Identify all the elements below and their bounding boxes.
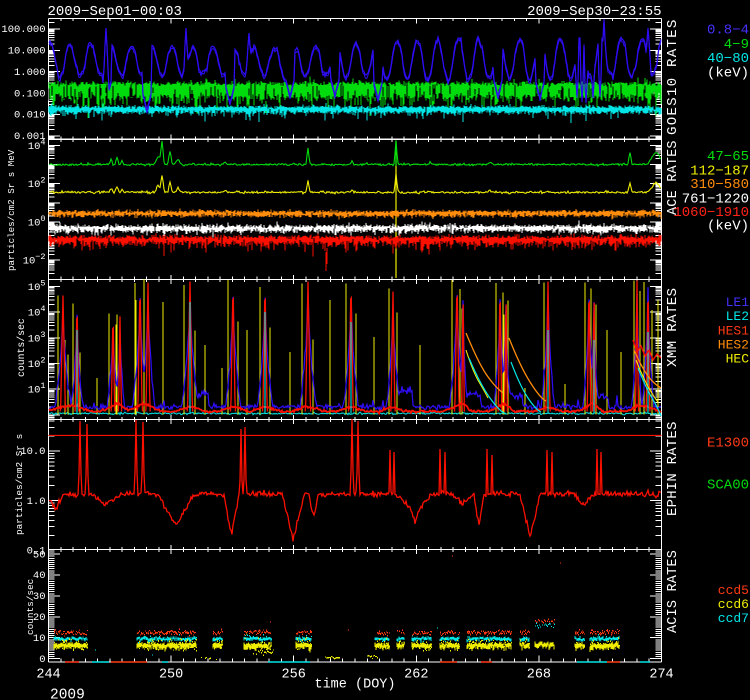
svg-text:274: 274 bbox=[649, 668, 673, 683]
svg-text:LE2: LE2 bbox=[726, 309, 749, 324]
svg-text:particles/cm2 Sr s MeV: particles/cm2 Sr s MeV bbox=[6, 149, 17, 271]
svg-text:2009−Sep01−00:03: 2009−Sep01−00:03 bbox=[48, 4, 182, 20]
svg-text:244: 244 bbox=[36, 668, 60, 683]
svg-text:SCA00: SCA00 bbox=[707, 478, 749, 494]
svg-text:EPHIN RATES: EPHIN RATES bbox=[665, 421, 681, 516]
svg-text:(keV): (keV) bbox=[707, 219, 749, 235]
svg-text:1.000: 1.000 bbox=[14, 67, 46, 79]
svg-text:HES1: HES1 bbox=[718, 324, 749, 339]
svg-text:10.000: 10.000 bbox=[8, 46, 46, 58]
svg-text:LE1: LE1 bbox=[726, 295, 750, 310]
svg-text:E1300: E1300 bbox=[707, 436, 749, 452]
svg-text:100.000: 100.000 bbox=[1, 24, 45, 36]
svg-text:0.100: 0.100 bbox=[14, 88, 46, 100]
svg-text:counts/sec: counts/sec bbox=[16, 318, 27, 377]
svg-text:time (DOY): time (DOY) bbox=[314, 678, 395, 693]
svg-text:ACE RATES: ACE RATES bbox=[666, 140, 681, 215]
svg-text:XMM RATES: XMM RATES bbox=[665, 288, 681, 367]
svg-text:ccd6: ccd6 bbox=[718, 597, 749, 612]
svg-text:256: 256 bbox=[282, 668, 306, 683]
svg-text:HES2: HES2 bbox=[718, 338, 749, 353]
svg-text:1.0: 1.0 bbox=[27, 496, 46, 508]
svg-text:50: 50 bbox=[33, 549, 46, 561]
svg-text:250: 250 bbox=[159, 668, 183, 683]
svg-text:HEC: HEC bbox=[726, 352, 750, 367]
svg-text:268: 268 bbox=[527, 668, 551, 683]
svg-text:0: 0 bbox=[39, 654, 45, 666]
svg-text:GOES10 RATES: GOES10 RATES bbox=[665, 18, 681, 135]
svg-text:ccd7: ccd7 bbox=[718, 611, 749, 626]
svg-text:262: 262 bbox=[404, 668, 428, 683]
svg-text:0.010: 0.010 bbox=[14, 110, 46, 122]
svg-text:particles/cm2 Sr s: particles/cm2 Sr s bbox=[14, 434, 25, 535]
svg-text:ccd5: ccd5 bbox=[718, 583, 749, 598]
svg-text:counts/sec: counts/sec bbox=[25, 579, 36, 635]
svg-text:2009: 2009 bbox=[50, 688, 85, 700]
svg-text:ACIS RATES: ACIS RATES bbox=[666, 550, 681, 633]
svg-text:(keV): (keV) bbox=[707, 65, 749, 81]
svg-text:2009−Sep30−23:55: 2009−Sep30−23:55 bbox=[527, 4, 661, 20]
